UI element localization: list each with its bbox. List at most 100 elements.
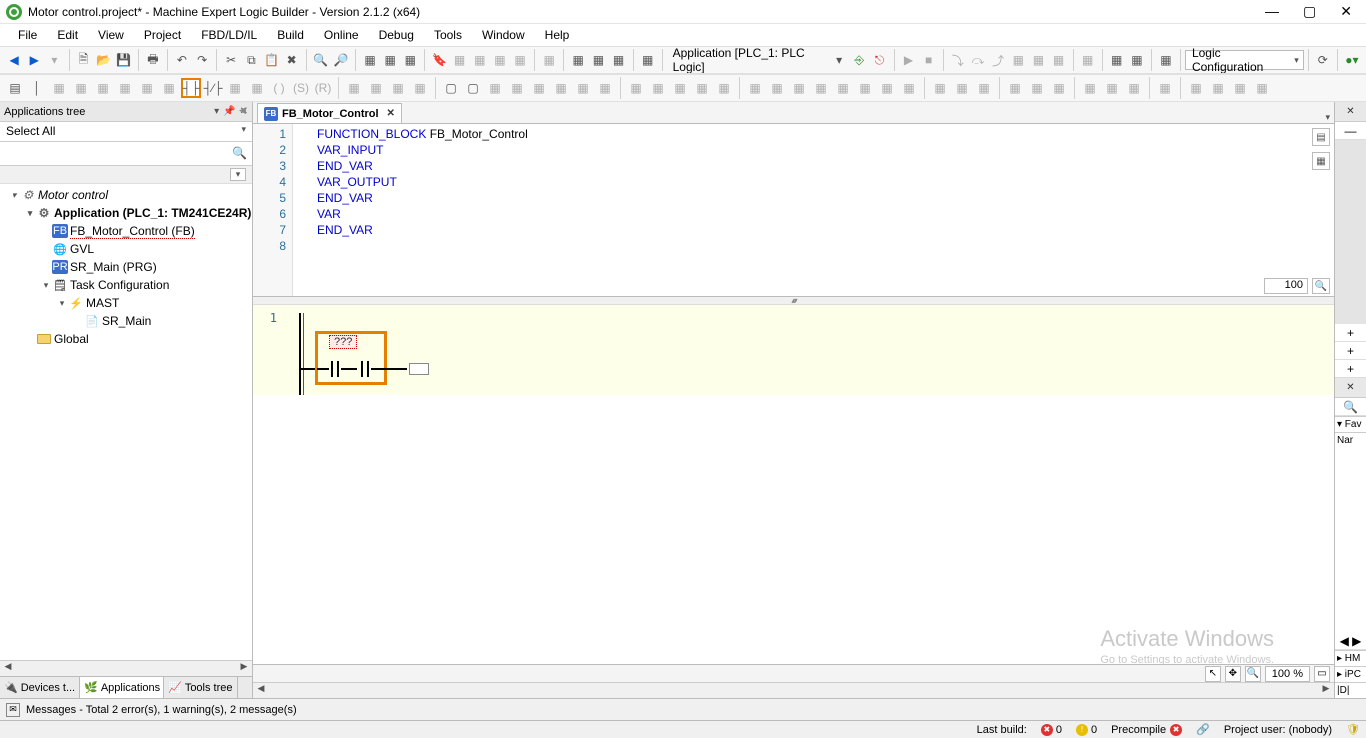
- tree-search-input[interactable]: [4, 145, 232, 163]
- ladder-empty-area[interactable]: [253, 395, 1334, 664]
- tree-fb-motor-control[interactable]: FB_Motor_Control (FB): [70, 224, 195, 239]
- tree-application[interactable]: Application (PLC_1: TM241CE24R): [54, 206, 251, 220]
- decl-view-table-icon[interactable]: ▦: [1312, 152, 1330, 170]
- messages-bar[interactable]: ✉ Messages - Total 2 error(s), 1 warning…: [0, 698, 1366, 720]
- right-add-1[interactable]: +: [1335, 324, 1366, 342]
- right-add-3[interactable]: +: [1335, 360, 1366, 378]
- menu-fbd-ld-il[interactable]: FBD/LD/IL: [191, 25, 267, 45]
- ld-coil-icon[interactable]: ( ): [269, 78, 289, 98]
- config-combo[interactable]: Logic Configuration: [1185, 50, 1304, 70]
- find-replace-icon[interactable]: 🔎: [332, 50, 350, 70]
- menu-file[interactable]: File: [8, 25, 47, 45]
- step-over-icon[interactable]: ⤼: [969, 50, 987, 70]
- tb-icon-h[interactable]: ▦: [540, 50, 558, 70]
- ld-icon-o[interactable]: ▦: [529, 78, 549, 98]
- right-close-1[interactable]: ✕: [1335, 102, 1366, 122]
- open-icon[interactable]: 📂: [95, 50, 113, 70]
- right-hm-label[interactable]: ▸ HM: [1335, 650, 1366, 666]
- ld-icon-aa[interactable]: ▦: [811, 78, 831, 98]
- copy-icon[interactable]: ⧉: [242, 50, 260, 70]
- tb-icon-d[interactable]: ▦: [451, 50, 469, 70]
- ladder-editor[interactable]: 1 ??? Activate Windows Go to Settings to…: [253, 305, 1334, 664]
- cursor-mode-icon[interactable]: ↖: [1205, 666, 1221, 682]
- ld-icon-aq[interactable]: ▦: [1208, 78, 1228, 98]
- tb-icon-i[interactable]: ▦: [569, 50, 587, 70]
- tb-icon-k[interactable]: ▦: [609, 50, 627, 70]
- code-text[interactable]: FUNCTION_BLOCK FB_Motor_Control VAR_INPU…: [293, 124, 1334, 296]
- tree-hscroll[interactable]: ◀▶: [0, 660, 252, 676]
- right-search-icon[interactable]: 🔍: [1335, 398, 1366, 416]
- tree-gvl[interactable]: GVL: [70, 242, 94, 256]
- zoom-value[interactable]: 100 %: [1265, 666, 1310, 682]
- right-d-label[interactable]: |D|: [1335, 682, 1366, 698]
- tree-sr-main-task[interactable]: SR_Main: [102, 314, 151, 328]
- ld-icon-ai[interactable]: ▦: [1005, 78, 1025, 98]
- tb-icon-c[interactable]: ▦: [401, 50, 419, 70]
- ld-icon-ag[interactable]: ▦: [952, 78, 972, 98]
- tab-tools-tree[interactable]: 📈Tools tree: [164, 677, 237, 698]
- tree-task-config[interactable]: Task Configuration: [70, 278, 169, 292]
- ld-icon-ah[interactable]: ▦: [974, 78, 994, 98]
- find-icon[interactable]: 🔍: [312, 50, 330, 70]
- ld-contact-neg-icon[interactable]: ┤∕├: [203, 78, 223, 98]
- select-all-combo[interactable]: Select All: [0, 122, 252, 142]
- applications-tree[interactable]: ▾ Motor control ▾ Application (PLC_1: TM…: [0, 184, 252, 660]
- tab-devices-tree[interactable]: 🔌Devices t...: [0, 677, 80, 698]
- ld-icon-u[interactable]: ▦: [670, 78, 690, 98]
- tb-icon-l[interactable]: ▦: [639, 50, 657, 70]
- tb-icon-f[interactable]: ▦: [491, 50, 509, 70]
- ld-icon-w[interactable]: ▦: [714, 78, 734, 98]
- minimize-button[interactable]: —: [1265, 3, 1279, 20]
- menu-edit[interactable]: Edit: [47, 25, 88, 45]
- tab-applications-tree[interactable]: 🌿Applications t...: [80, 677, 164, 698]
- step-into-icon[interactable]: ⤵: [949, 50, 967, 70]
- menu-help[interactable]: Help: [535, 25, 580, 45]
- zoom-fit-icon[interactable]: ▭: [1314, 666, 1330, 682]
- panel-pin-icon[interactable]: 📌: [223, 106, 235, 117]
- login-icon[interactable]: ⎆: [850, 50, 868, 70]
- tree-sr-main[interactable]: SR_Main (PRG): [70, 260, 157, 274]
- tab-close-icon[interactable]: ✕: [387, 108, 395, 119]
- ld-coil-reset-icon[interactable]: (R): [313, 78, 333, 98]
- decl-view-text-icon[interactable]: ▤: [1312, 128, 1330, 146]
- new-icon[interactable]: 🗎: [74, 50, 92, 70]
- right-ipc-label[interactable]: ▸ iPC: [1335, 666, 1366, 682]
- tb-icon-r[interactable]: ▦: [1128, 50, 1146, 70]
- right-scroll-lr[interactable]: ◀ ▶: [1335, 632, 1366, 650]
- ld-rail-icon[interactable]: │: [27, 78, 47, 98]
- ld-icon-ap[interactable]: ▦: [1186, 78, 1206, 98]
- ld-icon-d[interactable]: ▦: [115, 78, 135, 98]
- menu-debug[interactable]: Debug: [369, 25, 424, 45]
- stop-icon[interactable]: ■: [920, 50, 938, 70]
- shield-icon[interactable]: 🛡: [1346, 723, 1360, 736]
- tree-global[interactable]: Global: [54, 332, 89, 346]
- save-icon[interactable]: 💾: [115, 50, 133, 70]
- scope-dropdown-icon[interactable]: ▾: [830, 50, 848, 70]
- refresh-icon[interactable]: ⟳: [1314, 50, 1332, 70]
- ld-coil-set-icon[interactable]: (S): [291, 78, 311, 98]
- tb-icon-o[interactable]: ▦: [1050, 50, 1068, 70]
- tab-overflow-icon[interactable]: ▾: [1325, 112, 1334, 123]
- zoom-mode-icon[interactable]: 🔍: [1245, 666, 1261, 682]
- ld-icon-b[interactable]: ▦: [71, 78, 91, 98]
- decl-zoom-icon[interactable]: 🔍: [1312, 278, 1330, 294]
- tb-icon-j[interactable]: ▦: [589, 50, 607, 70]
- tree-mast[interactable]: MAST: [86, 296, 119, 310]
- ld-icon-ac[interactable]: ▦: [855, 78, 875, 98]
- declaration-editor[interactable]: 1 2 3 4 5 6 7 8 FUNCTION_BLOCK FB_Motor_…: [253, 124, 1334, 297]
- pan-mode-icon[interactable]: ✥: [1225, 666, 1241, 682]
- ld-icon-ae[interactable]: ▦: [899, 78, 919, 98]
- panel-dropdown-icon[interactable]: ▾: [214, 106, 219, 117]
- tb-icon-n[interactable]: ▦: [1029, 50, 1047, 70]
- search-icon[interactable]: 🔍: [232, 146, 248, 162]
- ld-icon-am[interactable]: ▦: [1102, 78, 1122, 98]
- maximize-button[interactable]: ▢: [1303, 3, 1316, 20]
- ld-icon-af[interactable]: ▦: [930, 78, 950, 98]
- ld-network-icon[interactable]: ▤: [5, 78, 25, 98]
- ld-icon-an[interactable]: ▦: [1124, 78, 1144, 98]
- ld-contact-icon[interactable]: ┤├: [181, 78, 201, 98]
- tb-icon-p[interactable]: ▦: [1079, 50, 1097, 70]
- cut-icon[interactable]: ✂: [222, 50, 240, 70]
- ld-icon-ak[interactable]: ▦: [1049, 78, 1069, 98]
- ld-icon-r[interactable]: ▦: [595, 78, 615, 98]
